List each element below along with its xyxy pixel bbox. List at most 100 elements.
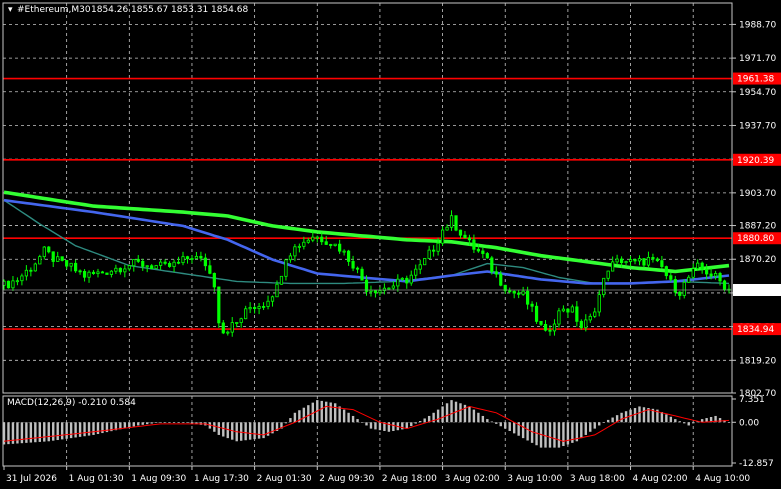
macd-bar [181,422,185,423]
candle-body [257,306,261,309]
macd-bar [495,422,498,424]
candle-body [109,270,114,275]
header-low: 1853.31 [171,5,208,15]
candle-body [311,236,315,241]
candle-body [266,300,270,307]
candle-body [606,270,610,279]
candle-body [20,275,24,282]
candle-body [6,280,11,289]
current-price-label: 1854.68 [737,286,774,296]
macd-bar [472,409,476,423]
time-tick-label: 2 Aug 01:30 [257,474,312,484]
candle-body [69,262,73,267]
candle-body [11,280,15,289]
macd-bar [289,418,292,423]
candle-body [619,258,624,264]
time-tick-label: 4 Aug 02:00 [633,474,688,484]
candle-body [91,271,96,275]
macd-bar [405,422,408,429]
candle-body [713,273,718,277]
macd-bar [78,422,82,437]
macd-bar [360,422,364,423]
time-tick-label: 1 Aug 01:30 [69,474,124,484]
candle-body [691,268,695,278]
candle-body [342,250,346,253]
macd-bar [29,422,33,443]
candle-body [481,250,485,254]
macd-bar [504,422,507,429]
candle-body [396,278,400,287]
candle-body [320,236,324,243]
candle-body [33,263,37,272]
price-tick-label: 1988.70 [739,20,776,30]
candle-body [136,259,140,262]
candle-body [405,277,409,284]
macd-bar [611,417,614,423]
macd-bar [159,422,162,423]
macd-bar [333,403,337,423]
candle-body [463,234,467,239]
header-open: 1854.26 [91,5,128,15]
candle-body [217,286,221,324]
macd-bar [580,422,583,439]
candle-body [682,281,686,296]
macd-bar [338,406,341,423]
macd-bar [410,422,413,427]
candle-body [239,318,243,323]
candle-body [602,277,606,296]
macd-bar [356,419,359,423]
candle-body [449,215,454,228]
macd-bar [146,422,149,425]
candle-body [208,265,212,274]
macd-tick-label: 0.00 [739,418,759,428]
macd-bar [598,422,601,426]
macd-bar [544,422,547,448]
macd-bar [123,422,127,429]
candle-body [660,260,664,267]
candle-body [29,269,33,272]
macd-bar [83,422,86,437]
level-tag-label: 1834.94 [737,325,774,335]
chart-background [0,0,781,489]
candle-body [253,307,257,309]
macd-bar [154,422,158,423]
candle-body [279,275,284,285]
candle-body [696,262,700,270]
macd-bar [642,407,646,423]
macd-bar [351,415,355,423]
candle-body [534,305,539,322]
macd-bar [365,422,368,426]
macd-bar [459,403,462,423]
macd-bar [499,422,502,427]
candle-body [15,280,20,283]
candle-body [521,290,525,295]
candle-body [261,306,266,308]
candle-body [221,322,225,334]
price-tick-label: 1819.20 [739,356,776,366]
candle-body [96,271,100,275]
macd-bar [65,422,68,439]
candle-body [575,306,579,322]
candle-body [432,249,436,252]
candle-body [570,306,574,313]
macd-bar [566,422,570,445]
candle-body [369,289,373,292]
candle-body [38,256,42,265]
time-tick-label: 2 Aug 18:00 [382,474,437,484]
candle-body [664,266,668,277]
candle-body [123,268,127,273]
candle-body [651,257,655,260]
macd-bar [423,418,426,423]
candle-body [244,308,248,320]
macd-bar [47,422,50,442]
candle-body [458,229,463,236]
candle-body [154,265,158,269]
macd-bar [284,422,288,424]
macd-bar [325,401,328,423]
trading-chart[interactable]: ▾ #Ethereum,M30 1854.26 1855.67 1853.31 … [0,0,781,489]
macd-bar [674,419,677,423]
price-tick-label: 1971.70 [739,54,776,64]
candle-body [141,260,145,267]
candle-body [628,259,633,262]
macd-bar [669,416,673,423]
